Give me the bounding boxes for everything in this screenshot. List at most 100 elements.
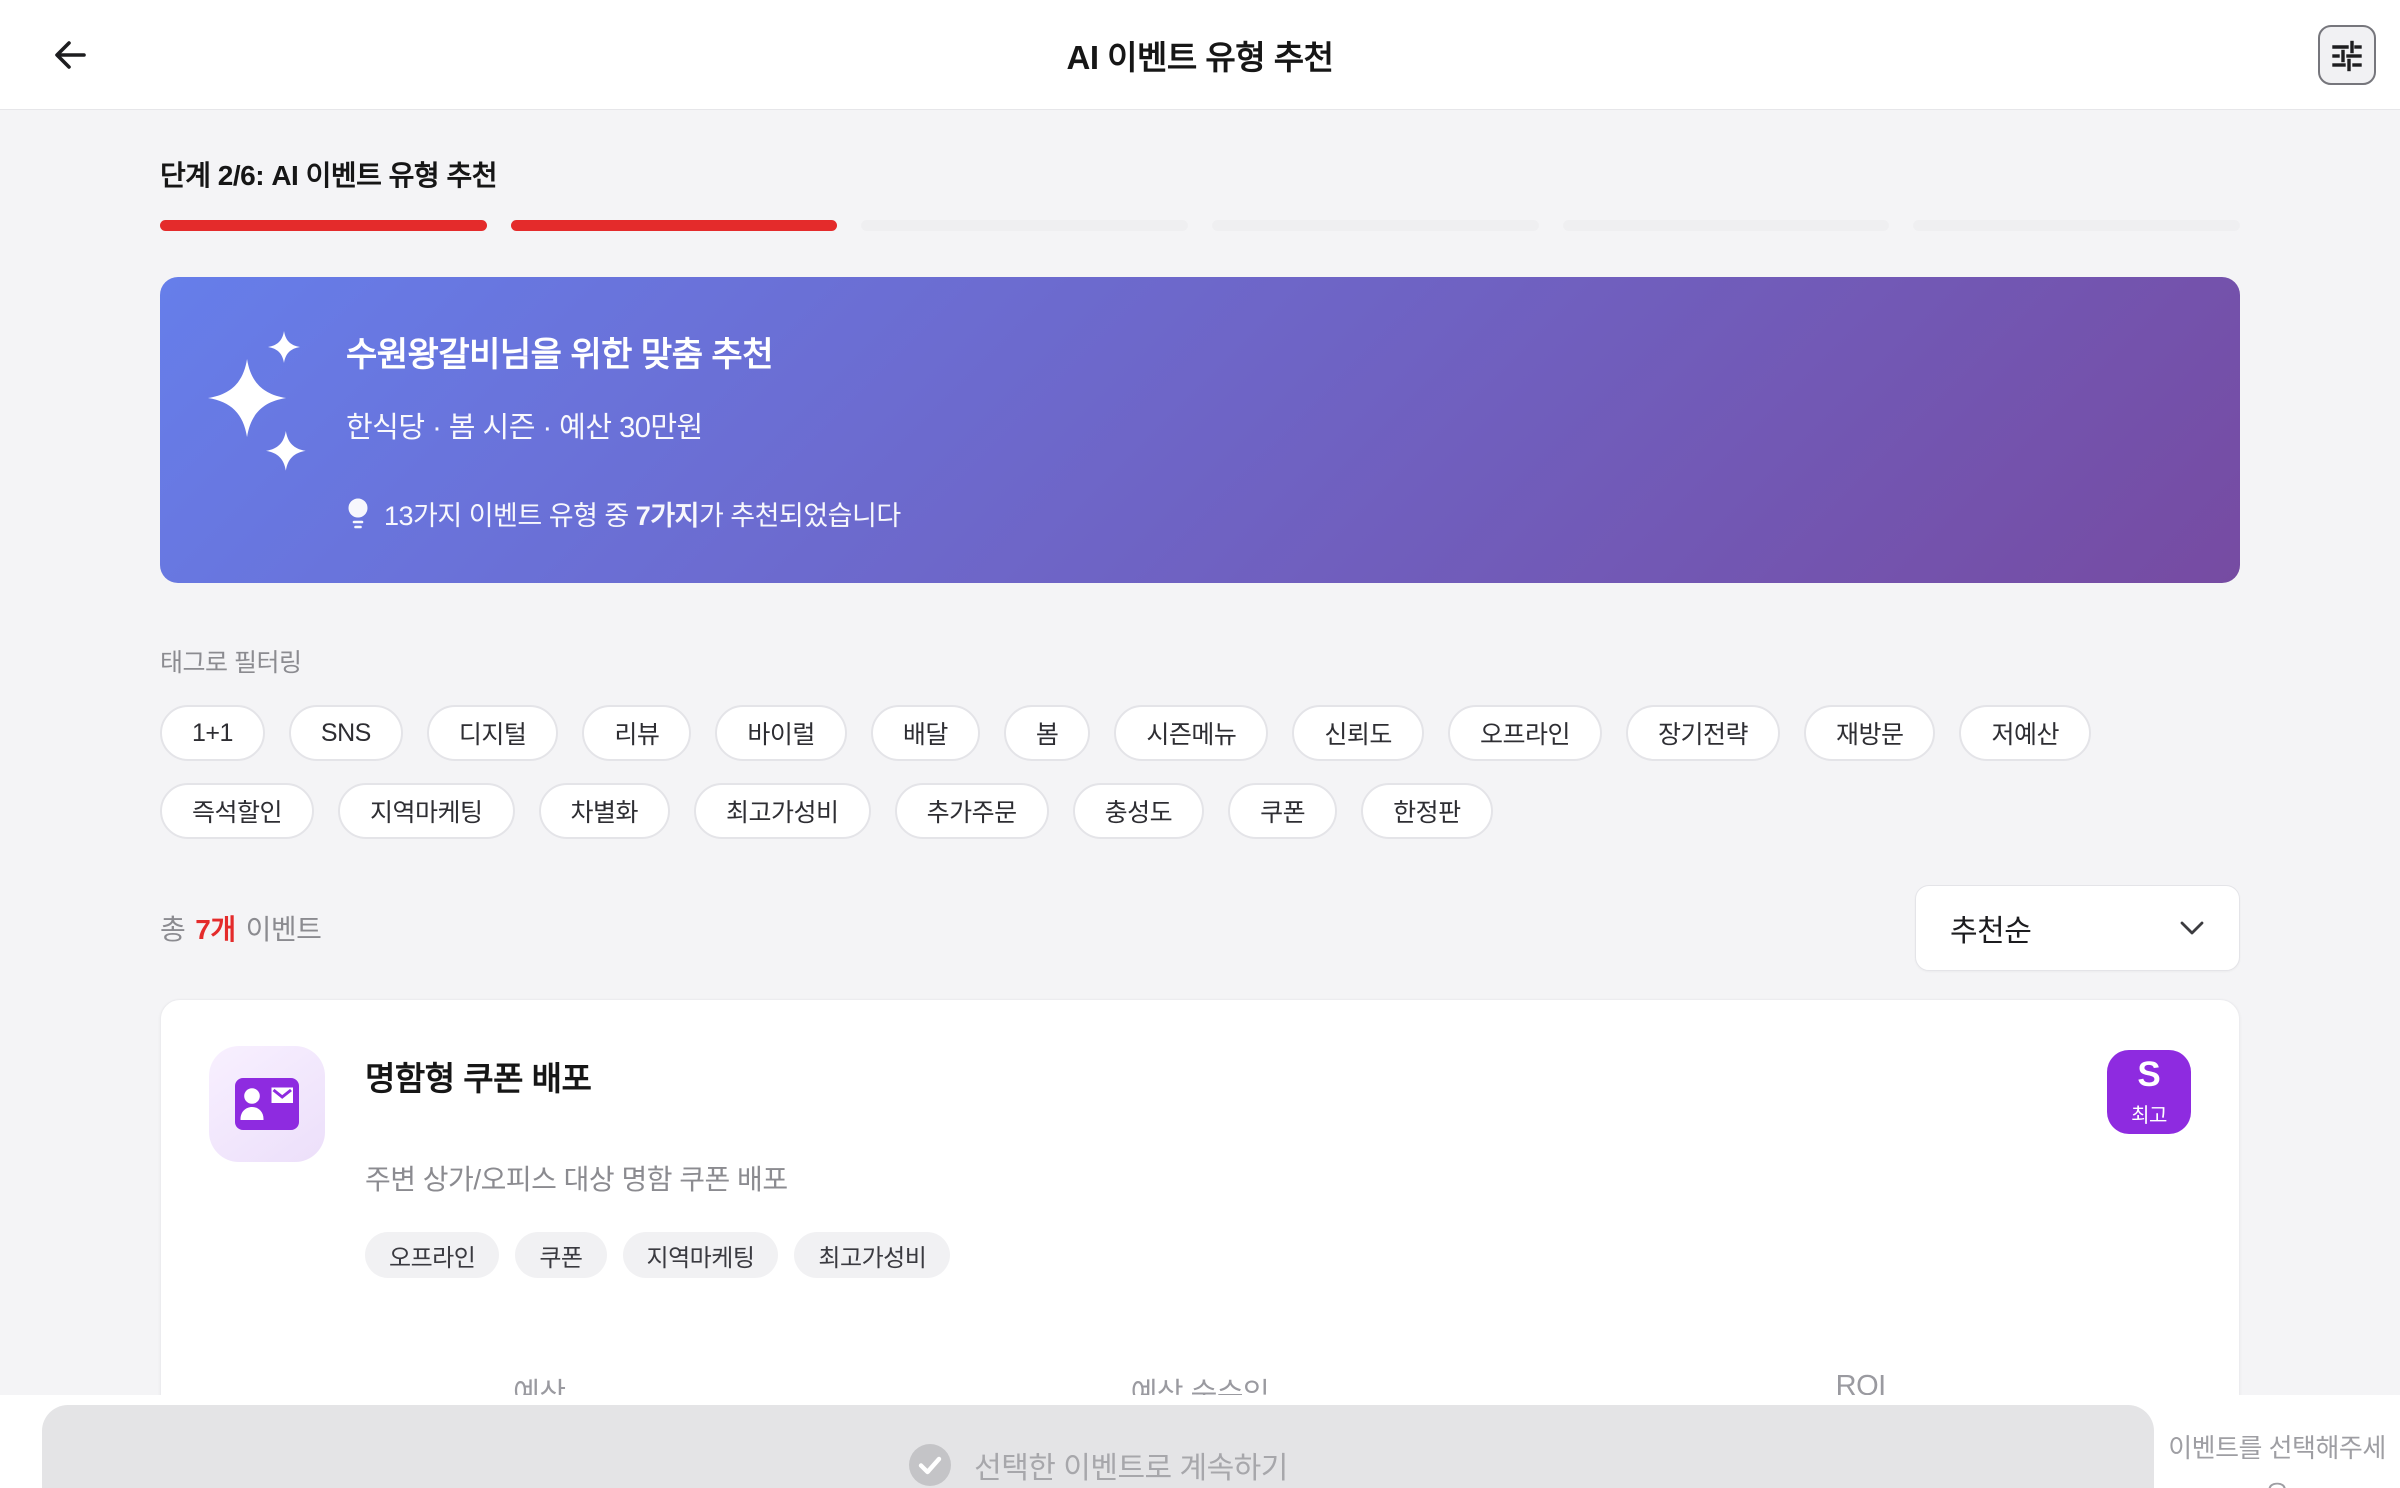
event-tag-label: 오프라인 (389, 1244, 476, 1272)
back-button[interactable] (40, 25, 100, 85)
grade-letter: S (2137, 1054, 2161, 1094)
progress-track (160, 220, 2240, 231)
continue-inner: 선택한 이벤트로 계속하기 (908, 1443, 1288, 1487)
filter-chip[interactable]: 1+1 (160, 705, 265, 761)
banner-subtitle: 한식당 · 봄 시즌 · 예산 30만원 (346, 412, 703, 444)
banner-text: 수원왕갈비님을 위한 맞춤 추천 한식당 · 봄 시즌 · 예산 30만원 13… (346, 321, 901, 533)
event-card-main: 명함형 쿠폰 배포 주변 상가/오피스 대상 명함 쿠폰 배포 오프라인 쿠폰 … (365, 1046, 2107, 1278)
event-description: 주변 상가/오피스 대상 명함 쿠폰 배포 (365, 1164, 788, 1195)
filter-chip[interactable]: 추가주문 (894, 783, 1049, 839)
filter-chip[interactable]: 봄 (1003, 705, 1091, 761)
filter-chip[interactable]: 최고가성비 (694, 783, 871, 839)
bottom-bar: 선택한 이벤트로 계속하기 이벤트를 선택해주세요 (0, 1395, 2400, 1488)
results-bar: 총 7개 이벤트 추천순 (160, 885, 2240, 971)
lightbulb-icon (346, 497, 370, 531)
filter-chip-label: 충성도 (1104, 799, 1173, 827)
filter-chip[interactable]: 저예산 (1959, 705, 2091, 761)
event-tags: 오프라인 쿠폰 지역마케팅 최고가성비 (365, 1232, 2107, 1278)
filter-chip-label: 봄 (1035, 721, 1059, 749)
main-content: 단계 2/6: AI 이벤트 유형 추천 수원왕갈비님을 위한 맞춤 추천 한식… (0, 154, 2400, 1488)
page: AI 이벤트 유형 추천 단계 2/6: AI 이벤트 유형 추천 수원왕갈비님… (0, 0, 2400, 1488)
event-title: 명함형 쿠폰 배포 (365, 1060, 592, 1097)
step-label: 단계 2/6: AI 이벤트 유형 추천 (160, 160, 498, 191)
progress-segment (1913, 220, 2240, 231)
event-tag-label: 쿠폰 (539, 1244, 583, 1272)
event-icon (209, 1046, 325, 1162)
arrow-left-icon (48, 33, 92, 77)
event-tag: 오프라인 (365, 1232, 500, 1278)
filter-chip-label: 차별화 (570, 799, 639, 827)
filter-chip[interactable]: 장기전략 (1625, 705, 1780, 761)
filter-chips: 1+1 SNS 디지털 리뷰 바이럴 배달 봄 시즌메뉴 신뢰도 오프라인 장기… (160, 705, 2240, 839)
filter-chip-label: 리뷰 (614, 721, 660, 749)
filter-label: 태그로 필터링 (160, 649, 302, 677)
continue-label: 선택한 이벤트로 계속하기 (974, 1452, 1288, 1485)
filter-chip[interactable]: 디지털 (426, 705, 559, 761)
filter-chip[interactable]: 즉석할인 (160, 783, 315, 839)
event-tag-label: 지역마케팅 (646, 1244, 755, 1272)
event-tag: 쿠폰 (515, 1232, 607, 1278)
filter-chip-label: 즉석할인 (192, 799, 283, 827)
results-count: 총 7개 이벤트 (160, 908, 322, 948)
results-count-number: 7개 (195, 914, 236, 945)
progress-segment (1563, 220, 1890, 231)
filter-chip[interactable]: SNS (288, 705, 403, 761)
filter-chip[interactable]: 바이럴 (715, 705, 847, 761)
banner-info-text: 13가지 이벤트 유형 중 7가지가 추천되었습니다 (384, 501, 901, 531)
settings-button[interactable] (2318, 24, 2376, 85)
filter-chip-label: 배달 (902, 721, 949, 749)
filter-chip-label: 한정판 (1393, 799, 1461, 827)
filter-chip-label: 신뢰도 (1324, 721, 1392, 749)
progress-segment (160, 220, 487, 231)
banner-info: 13가지 이벤트 유형 중 7가지가 추천되었습니다 (346, 494, 901, 533)
grade-label: 최고 (2131, 1104, 2167, 1127)
progress-segment (1212, 220, 1539, 231)
filter-chip[interactable]: 시즌메뉴 (1114, 705, 1269, 761)
filter-chip-label: 최고가성비 (726, 799, 839, 827)
filter-chip-label: 추가주문 (926, 799, 1018, 827)
filter-chip-label: 저예산 (1991, 721, 2059, 749)
filter-chip[interactable]: 오프라인 (1447, 705, 1602, 761)
banner-title: 수원왕갈비님을 위한 맞춤 추천 (346, 336, 773, 374)
filter-chip-label: 재방문 (1835, 721, 1904, 749)
event-tag: 최고가성비 (794, 1232, 951, 1278)
filter-chip-label: 1+1 (192, 718, 233, 747)
sort-dropdown-value: 추천순 (1950, 915, 2032, 948)
results-count-suffix: 이벤트 (245, 914, 322, 945)
sort-dropdown[interactable]: 추천순 (1915, 885, 2240, 971)
sliders-icon (2329, 37, 2365, 73)
filter-chip-label: 지역마케팅 (370, 799, 483, 827)
filter-chip[interactable]: 한정판 (1361, 783, 1493, 839)
filter-chip-label: SNS (320, 718, 371, 747)
event-card-head: 명함형 쿠폰 배포 주변 상가/오피스 대상 명함 쿠폰 배포 오프라인 쿠폰 … (209, 1046, 2191, 1278)
page-title: AI 이벤트 유형 추천 (1066, 38, 1334, 76)
filter-chip[interactable]: 충성도 (1072, 783, 1205, 839)
grade-badge: S 최고 (2107, 1050, 2191, 1134)
selection-helper-text: 이벤트를 선택해주세요 (2168, 1433, 2386, 1488)
check-circle-icon (908, 1443, 952, 1487)
progress-segment (861, 220, 1188, 231)
sparkles-icon (208, 331, 312, 471)
filter-chip-label: 오프라인 (1479, 721, 1571, 749)
filter-chip-label: 쿠폰 (1260, 799, 1306, 827)
event-tag: 지역마케팅 (622, 1232, 779, 1278)
top-bar: AI 이벤트 유형 추천 (0, 0, 2400, 110)
filter-chip-label: 시즌메뉴 (1146, 721, 1237, 749)
filter-chip[interactable]: 지역마케팅 (338, 783, 515, 839)
filter-chip[interactable]: 신뢰도 (1292, 705, 1424, 761)
event-tag-label: 최고가성비 (818, 1244, 927, 1272)
filter-chip[interactable]: 리뷰 (582, 705, 692, 761)
contact-mail-icon (234, 1077, 300, 1131)
filter-chip-label: 바이럴 (747, 721, 815, 749)
continue-button[interactable]: 선택한 이벤트로 계속하기 (42, 1405, 2154, 1488)
ai-recommendation-banner: 수원왕갈비님을 위한 맞춤 추천 한식당 · 봄 시즌 · 예산 30만원 13… (160, 277, 2240, 583)
filter-chip[interactable]: 차별화 (538, 783, 671, 839)
chevron-down-icon (2179, 920, 2205, 936)
filter-chip-label: 장기전략 (1657, 721, 1749, 749)
filter-chip[interactable]: 쿠폰 (1228, 783, 1338, 839)
filter-chip[interactable]: 재방문 (1803, 705, 1936, 761)
progress-segment (510, 220, 838, 231)
filter-chip-label: 디지털 (458, 721, 527, 749)
filter-chip[interactable]: 배달 (870, 705, 980, 761)
results-count-prefix: 총 (160, 914, 186, 945)
